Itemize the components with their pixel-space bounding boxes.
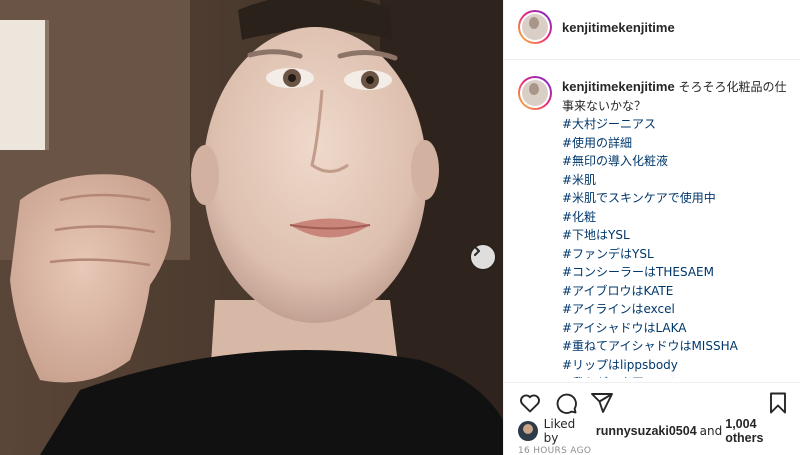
hashtag-link[interactable]: #化粧 xyxy=(562,208,794,227)
hashtag-link[interactable]: #重ねてアイシャドウはMISSHA xyxy=(562,337,794,356)
carousel-next-button[interactable] xyxy=(471,245,495,269)
caption-username[interactable]: kenjitimekenjitime xyxy=(562,79,675,94)
comment-icon xyxy=(556,393,577,414)
hashtag-link[interactable]: #無印の導入化粧液 xyxy=(562,152,794,171)
share-button[interactable] xyxy=(590,391,614,415)
paper-plane-icon xyxy=(591,393,613,413)
post-side-panel: kenjitimekenjitime kenjitimekenjitime そろ… xyxy=(503,0,800,455)
hashtag-link[interactable]: #使用の詳細 xyxy=(562,134,794,153)
chevron-right-icon xyxy=(474,246,480,256)
hashtag-link[interactable]: #米肌でスキンケアで使用中 xyxy=(562,189,794,208)
hashtag-link[interactable]: #アイラインはexcel xyxy=(562,300,794,319)
hashtag-list: #大村ジーニアス #使用の詳細 #無印の導入化粧液 #米肌 #米肌でスキンケアで使用中 #… xyxy=(562,115,794,378)
like-button[interactable] xyxy=(518,391,542,415)
bookmark-icon xyxy=(770,392,786,414)
hashtag-link[interactable]: #米肌 xyxy=(562,171,794,190)
liker-username[interactable]: runnysuzaki0504 xyxy=(596,424,697,438)
comment-button[interactable] xyxy=(554,391,578,415)
caption-body: kenjitimekenjitime そろそろ化粧品の仕事来ないかな？ #大村ジ… xyxy=(562,78,794,378)
liker-avatar[interactable] xyxy=(518,421,538,441)
hashtag-link[interactable]: #アイシャドウはLAKA xyxy=(562,319,794,338)
heart-icon xyxy=(520,394,540,413)
hashtag-link[interactable]: #ファンデはYSL xyxy=(562,245,794,264)
hashtag-link[interactable]: #アイブロウはKATE xyxy=(562,282,794,301)
post-timestamp[interactable]: 16 HOURS AGO xyxy=(518,446,591,455)
post-caption: kenjitimekenjitime そろそろ化粧品の仕事来ないかな？ #大村ジ… xyxy=(504,68,800,378)
save-button[interactable] xyxy=(766,391,790,415)
caption-author-avatar[interactable] xyxy=(518,76,552,110)
likes-prefix: Liked by xyxy=(543,417,576,445)
post-actions xyxy=(504,382,800,422)
selfie-image xyxy=(0,0,503,455)
hashtag-link[interactable]: #リップはlippsbody xyxy=(562,356,794,375)
hashtag-link[interactable]: #我らがつや玉ミスト xyxy=(562,374,794,378)
post-header: kenjitimekenjitime xyxy=(504,0,800,60)
post-photo[interactable] xyxy=(0,0,503,455)
hashtag-link[interactable]: #下地はYSL xyxy=(562,226,794,245)
hashtag-link[interactable]: #コンシーラーはTHESAEM xyxy=(562,263,794,282)
hashtag-link[interactable]: #大村ジーニアス xyxy=(562,115,794,134)
author-username[interactable]: kenjitimekenjitime xyxy=(562,20,675,35)
likes-others-link[interactable]: 1,004 others xyxy=(725,417,797,445)
likes-summary: Liked by runnysuzaki0504 and 1,004 other… xyxy=(518,417,800,445)
author-avatar[interactable] xyxy=(518,10,552,44)
likes-connector: and xyxy=(699,424,723,438)
